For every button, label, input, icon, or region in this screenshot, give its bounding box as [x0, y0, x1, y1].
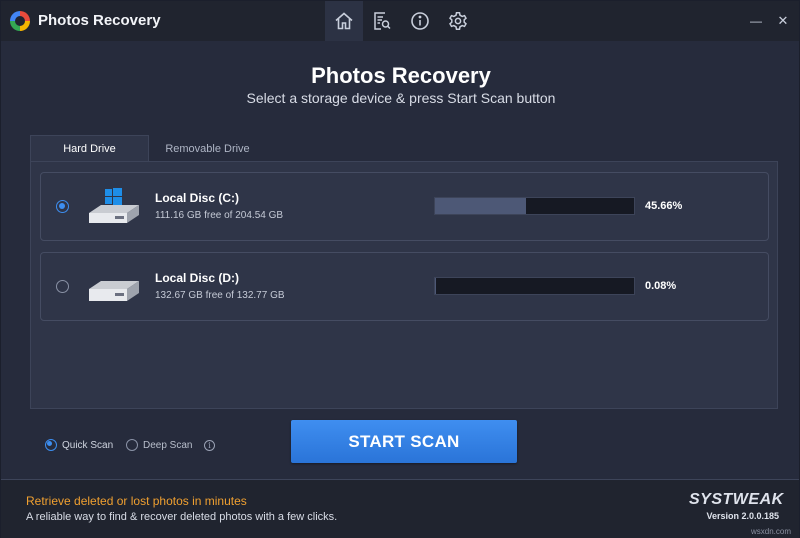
start-scan-button[interactable]: START SCAN	[291, 420, 517, 463]
home-button[interactable]	[325, 1, 363, 41]
drive-c-usage-percent: 45.66%	[645, 200, 683, 212]
quick-scan-option[interactable]: Quick Scan	[45, 439, 113, 451]
tab-removable-drive[interactable]: Removable Drive	[149, 135, 266, 162]
footer: Retrieve deleted or lost photos in minut…	[1, 479, 799, 538]
footer-description: A reliable way to find & recover deleted…	[26, 511, 338, 523]
drive-row-d[interactable]: Local Disc (D:) 132.67 GB free of 132.77…	[40, 252, 769, 321]
drive-c-free-space: 111.16 GB free of 204.54 GB	[155, 210, 284, 221]
hard-drive-icon	[89, 281, 139, 301]
drive-c-usage-bar	[434, 197, 635, 215]
app-title: Photos Recovery	[38, 12, 161, 29]
quick-scan-radio[interactable]	[45, 439, 57, 451]
drive-c-radio[interactable]	[56, 200, 69, 213]
drive-d-name: Local Disc (D:)	[155, 271, 240, 285]
page-subtitle: Select a storage device & press Start Sc…	[246, 90, 556, 106]
footer-tagline: Retrieve deleted or lost photos in minut…	[26, 494, 247, 508]
minimize-icon: —	[750, 14, 762, 28]
drive-row-c[interactable]: Local Disc (C:) 111.16 GB free of 204.54…	[40, 172, 769, 241]
deep-scan-radio[interactable]	[126, 439, 138, 451]
close-button[interactable]: ✕	[771, 9, 795, 33]
drive-d-usage-bar	[434, 277, 635, 295]
page-title: Photos Recovery	[311, 63, 491, 88]
minimize-button[interactable]: —	[744, 9, 768, 33]
version-label: Version 2.0.0.185	[706, 511, 779, 521]
app-window: Photos Recovery — ✕ Photos Recovery Sele…	[0, 0, 800, 538]
home-icon	[335, 12, 353, 30]
tab-hard-drive[interactable]: Hard Drive	[30, 135, 149, 162]
quick-scan-label: Quick Scan	[62, 439, 114, 451]
deep-scan-label: Deep Scan	[143, 439, 193, 451]
title-bar: Photos Recovery — ✕	[1, 1, 799, 41]
drive-d-usage-percent: 0.08%	[645, 280, 677, 292]
top-nav	[325, 1, 477, 41]
brand-logo: SYSTWEAK	[689, 491, 784, 508]
settings-button[interactable]	[439, 1, 477, 41]
deep-scan-option[interactable]: Deep Scan	[126, 439, 192, 451]
drive-c-name: Local Disc (C:)	[155, 191, 240, 205]
drive-d-radio[interactable]	[56, 280, 69, 293]
scan-log-button[interactable]	[363, 1, 401, 41]
drive-d-free-space: 132.67 GB free of 132.77 GB	[155, 290, 285, 301]
drive-list-panel: Local Disc (C:) 111.16 GB free of 204.54…	[30, 161, 778, 409]
info-icon	[411, 12, 429, 30]
drive-c-usage-fill	[435, 198, 526, 214]
app-logo-icon	[10, 11, 30, 31]
scan-info-icon[interactable]: i	[204, 440, 215, 451]
settings-icon	[449, 12, 467, 30]
info-button[interactable]	[401, 1, 439, 41]
close-icon: ✕	[777, 13, 789, 28]
watermark: wsxdn.com	[751, 527, 792, 536]
scan-log-icon	[374, 12, 391, 30]
windows-drive-icon	[89, 188, 139, 223]
